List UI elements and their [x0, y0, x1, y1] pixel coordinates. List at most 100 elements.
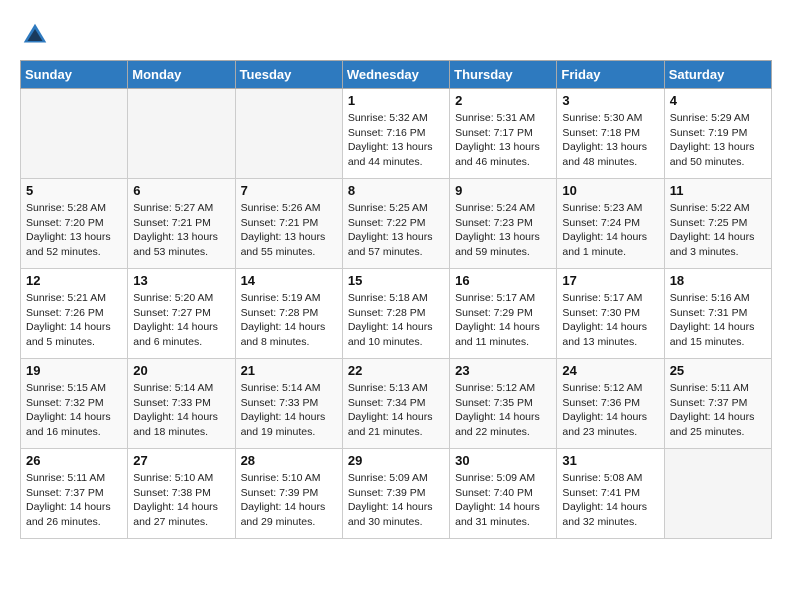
day-number: 14: [241, 273, 337, 288]
weekday-header: Monday: [128, 61, 235, 89]
calendar-cell: 12 Sunrise: 5:21 AMSunset: 7:26 PMDayligh…: [21, 269, 128, 359]
calendar-cell: 23Sunrise: 5:12 AMSunset: 7:35 PMDayligh…: [450, 359, 557, 449]
day-detail: Sunrise: 5:11 AMSunset: 7:37 PMDaylight:…: [26, 471, 122, 530]
calendar-cell: 1Sunrise: 5:32 AMSunset: 7:16 PMDaylight…: [342, 89, 449, 179]
day-number: 8: [348, 183, 444, 198]
calendar-cell: 5 Sunrise: 5:28 AMSunset: 7:20 PMDaylight…: [21, 179, 128, 269]
day-number: 31: [562, 453, 658, 468]
day-number: 4: [670, 93, 766, 108]
calendar-cell: 13 Sunrise: 5:20 AMSunset: 7:27 PMDayligh…: [128, 269, 235, 359]
day-number: 28: [241, 453, 337, 468]
calendar-cell: 26 Sunrise: 5:11 AMSunset: 7:37 PMDayligh…: [21, 449, 128, 539]
day-detail: Sunrise: 5:15 AMSunset: 7:32 PMDaylight:…: [26, 381, 122, 440]
day-number: 9: [455, 183, 551, 198]
day-detail: Sunrise: 5:24 AMSunset: 7:23 PMDaylight:…: [455, 201, 551, 260]
day-detail: Sunrise: 5:31 AMSunset: 7:17 PMDaylight:…: [455, 111, 551, 170]
weekday-header: Thursday: [450, 61, 557, 89]
day-number: 27: [133, 453, 229, 468]
day-detail: Sunrise: 5:17 AMSunset: 7:29 PMDaylight:…: [455, 291, 551, 350]
day-detail: Sunrise: 5:13 AMSunset: 7:34 PMDaylight:…: [348, 381, 444, 440]
day-detail: Sunrise: 5:09 AMSunset: 7:40 PMDaylight:…: [455, 471, 551, 530]
day-number: 20: [133, 363, 229, 378]
calendar-week-row: 1Sunrise: 5:32 AMSunset: 7:16 PMDaylight…: [21, 89, 772, 179]
weekday-header: Sunday: [21, 61, 128, 89]
calendar-cell: 10 Sunrise: 5:23 AMSunset: 7:24 PMDayligh…: [557, 179, 664, 269]
calendar-cell: 20 Sunrise: 5:14 AMSunset: 7:33 PMDayligh…: [128, 359, 235, 449]
calendar-week-row: 26 Sunrise: 5:11 AMSunset: 7:37 PMDayligh…: [21, 449, 772, 539]
day-number: 22: [348, 363, 444, 378]
weekday-header: Saturday: [664, 61, 771, 89]
day-number: 6: [133, 183, 229, 198]
calendar-cell: 9 Sunrise: 5:24 AMSunset: 7:23 PMDaylight…: [450, 179, 557, 269]
calendar-cell: 14 Sunrise: 5:19 AMSunset: 7:28 PMDayligh…: [235, 269, 342, 359]
day-detail: Sunrise: 5:18 AMSunset: 7:28 PMDaylight:…: [348, 291, 444, 350]
day-number: 29: [348, 453, 444, 468]
day-detail: Sunrise: 5:27 AMSunset: 7:21 PMDaylight:…: [133, 201, 229, 260]
logo-icon: [20, 20, 50, 50]
day-detail: Sunrise: 5:10 AMSunset: 7:38 PMDaylight:…: [133, 471, 229, 530]
day-number: 18: [670, 273, 766, 288]
calendar-cell: 19 Sunrise: 5:15 AMSunset: 7:32 PMDayligh…: [21, 359, 128, 449]
day-detail: Sunrise: 5:11 AMSunset: 7:37 PMDaylight:…: [670, 381, 766, 440]
day-detail: Sunrise: 5:20 AMSunset: 7:27 PMDaylight:…: [133, 291, 229, 350]
page-header: [20, 20, 772, 50]
calendar-cell: 28 Sunrise: 5:10 AMSunset: 7:39 PMDayligh…: [235, 449, 342, 539]
day-number: 24: [562, 363, 658, 378]
calendar-table: SundayMondayTuesdayWednesdayThursdayFrid…: [20, 60, 772, 539]
calendar-cell: 7Sunrise: 5:26 AMSunset: 7:21 PMDaylight…: [235, 179, 342, 269]
day-detail: Sunrise: 5:30 AMSunset: 7:18 PMDaylight:…: [562, 111, 658, 170]
calendar-week-row: 19 Sunrise: 5:15 AMSunset: 7:32 PMDayligh…: [21, 359, 772, 449]
day-detail: Sunrise: 5:32 AMSunset: 7:16 PMDaylight:…: [348, 111, 444, 170]
weekday-header: Friday: [557, 61, 664, 89]
calendar-cell: 30Sunrise: 5:09 AMSunset: 7:40 PMDayligh…: [450, 449, 557, 539]
day-detail: Sunrise: 5:12 AMSunset: 7:36 PMDaylight:…: [562, 381, 658, 440]
calendar-week-row: 5 Sunrise: 5:28 AMSunset: 7:20 PMDaylight…: [21, 179, 772, 269]
day-detail: Sunrise: 5:22 AMSunset: 7:25 PMDaylight:…: [670, 201, 766, 260]
calendar-cell: 21Sunrise: 5:14 AMSunset: 7:33 PMDayligh…: [235, 359, 342, 449]
calendar-cell: 18Sunrise: 5:16 AMSunset: 7:31 PMDayligh…: [664, 269, 771, 359]
day-number: 26: [26, 453, 122, 468]
day-number: 5: [26, 183, 122, 198]
day-number: 3: [562, 93, 658, 108]
day-number: 12: [26, 273, 122, 288]
calendar-cell: 3 Sunrise: 5:30 AMSunset: 7:18 PMDaylight…: [557, 89, 664, 179]
day-detail: Sunrise: 5:09 AMSunset: 7:39 PMDaylight:…: [348, 471, 444, 530]
calendar-cell: 29 Sunrise: 5:09 AMSunset: 7:39 PMDayligh…: [342, 449, 449, 539]
day-detail: Sunrise: 5:10 AMSunset: 7:39 PMDaylight:…: [241, 471, 337, 530]
calendar-cell: [235, 89, 342, 179]
day-number: 10: [562, 183, 658, 198]
calendar-cell: 17Sunrise: 5:17 AMSunset: 7:30 PMDayligh…: [557, 269, 664, 359]
calendar-cell: 16 Sunrise: 5:17 AMSunset: 7:29 PMDayligh…: [450, 269, 557, 359]
day-detail: Sunrise: 5:21 AMSunset: 7:26 PMDaylight:…: [26, 291, 122, 350]
weekday-header-row: SundayMondayTuesdayWednesdayThursdayFrid…: [21, 61, 772, 89]
day-number: 19: [26, 363, 122, 378]
calendar-cell: 11Sunrise: 5:22 AMSunset: 7:25 PMDayligh…: [664, 179, 771, 269]
calendar-cell: [128, 89, 235, 179]
day-number: 7: [241, 183, 337, 198]
calendar-cell: 24 Sunrise: 5:12 AMSunset: 7:36 PMDayligh…: [557, 359, 664, 449]
day-detail: Sunrise: 5:25 AMSunset: 7:22 PMDaylight:…: [348, 201, 444, 260]
day-detail: Sunrise: 5:28 AMSunset: 7:20 PMDaylight:…: [26, 201, 122, 260]
weekday-header: Wednesday: [342, 61, 449, 89]
calendar-cell: 15 Sunrise: 5:18 AMSunset: 7:28 PMDayligh…: [342, 269, 449, 359]
day-detail: Sunrise: 5:23 AMSunset: 7:24 PMDaylight:…: [562, 201, 658, 260]
calendar-cell: 6 Sunrise: 5:27 AMSunset: 7:21 PMDaylight…: [128, 179, 235, 269]
calendar-cell: 25 Sunrise: 5:11 AMSunset: 7:37 PMDayligh…: [664, 359, 771, 449]
calendar-cell: 31Sunrise: 5:08 AMSunset: 7:41 PMDayligh…: [557, 449, 664, 539]
calendar-week-row: 12 Sunrise: 5:21 AMSunset: 7:26 PMDayligh…: [21, 269, 772, 359]
day-number: 17: [562, 273, 658, 288]
day-detail: Sunrise: 5:19 AMSunset: 7:28 PMDaylight:…: [241, 291, 337, 350]
weekday-header: Tuesday: [235, 61, 342, 89]
day-number: 15: [348, 273, 444, 288]
day-number: 23: [455, 363, 551, 378]
logo: [20, 20, 54, 50]
calendar-cell: [664, 449, 771, 539]
day-number: 13: [133, 273, 229, 288]
day-number: 16: [455, 273, 551, 288]
day-detail: Sunrise: 5:14 AMSunset: 7:33 PMDaylight:…: [133, 381, 229, 440]
calendar-cell: 4 Sunrise: 5:29 AMSunset: 7:19 PMDaylight…: [664, 89, 771, 179]
calendar-cell: 8 Sunrise: 5:25 AMSunset: 7:22 PMDaylight…: [342, 179, 449, 269]
day-detail: Sunrise: 5:14 AMSunset: 7:33 PMDaylight:…: [241, 381, 337, 440]
day-number: 25: [670, 363, 766, 378]
day-detail: Sunrise: 5:29 AMSunset: 7:19 PMDaylight:…: [670, 111, 766, 170]
